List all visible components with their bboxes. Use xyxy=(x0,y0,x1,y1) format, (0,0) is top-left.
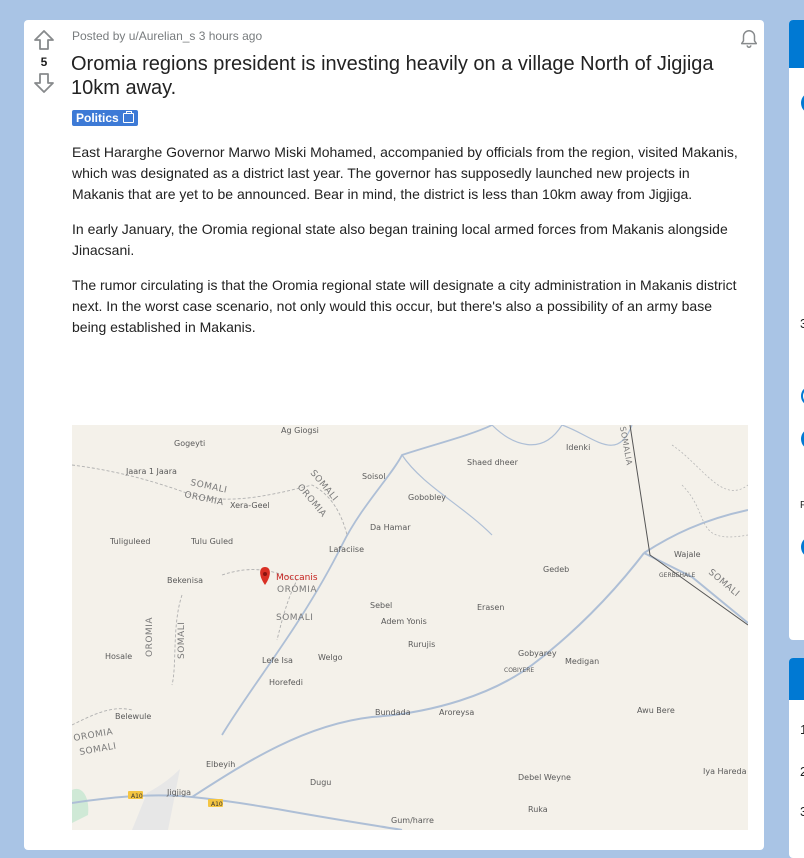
vote-column: 5 xyxy=(24,20,64,95)
map-place: Hosale xyxy=(105,652,132,661)
map-place: Debel Weyne xyxy=(518,773,571,782)
map-place: Bekenisa xyxy=(167,576,203,585)
map-place: Tulu Guled xyxy=(190,537,233,546)
map-place: Lafaciise xyxy=(329,545,364,554)
sidebar-text: 3 xyxy=(800,316,804,331)
map-place: Xera-Geel xyxy=(230,501,270,510)
sidebar-card: 3 F xyxy=(789,20,804,640)
sidebar-header xyxy=(789,20,804,68)
map-region: OROMIA xyxy=(277,585,317,595)
post-flair[interactable]: Politics xyxy=(72,110,138,126)
downvote-icon[interactable] xyxy=(32,71,56,95)
map-place: Jigjiga xyxy=(166,788,191,797)
map-place: Wajale xyxy=(674,550,701,559)
rule-item[interactable]: 3 xyxy=(800,804,804,819)
road-shield: A10 xyxy=(211,801,223,808)
map-place: Iya Hareda Ali Beyle xyxy=(703,767,748,776)
map-place: Ruka xyxy=(528,805,548,814)
map-place: Adem Yonis xyxy=(381,617,427,626)
rule-item[interactable]: 1 xyxy=(800,722,804,737)
map-place-highlight: Moccanis xyxy=(276,573,318,583)
upvote-icon[interactable] xyxy=(32,28,56,52)
map-place: Medigan xyxy=(565,657,599,666)
vote-score: 5 xyxy=(40,55,48,69)
map-place: Erasen xyxy=(477,603,504,612)
map-region: SOMALI xyxy=(276,613,313,623)
body-paragraph: East Hararghe Governor Marwo Miski Moham… xyxy=(72,144,738,202)
sidebar-card-rules: 1 2 3 xyxy=(789,658,804,858)
map-place: Gobyarey xyxy=(518,649,557,658)
map-place: Gobobley xyxy=(408,493,446,502)
map-place: COBIYERE xyxy=(504,667,534,674)
map-place: Gogeyti xyxy=(174,439,205,448)
map-place: Gum/harre xyxy=(391,816,434,825)
map-image[interactable]: Gogeyti Ag Giogsi Idenki Shaed dheer Jaa… xyxy=(72,425,748,830)
map-place: Rurujis xyxy=(408,640,435,649)
map-place: Gedeb xyxy=(543,565,569,574)
body-paragraph: The rumor circulating is that the Oromia… xyxy=(72,277,737,335)
map-place: Lefe Isa xyxy=(262,656,293,665)
post-title[interactable]: Oromia regions president is investing he… xyxy=(71,52,751,100)
map-place: Bundada xyxy=(375,708,411,717)
sidebar-text: F xyxy=(800,500,804,511)
map-place: Belewule xyxy=(115,712,151,721)
flair-label: Politics xyxy=(76,111,119,125)
map-place: Awu Bere xyxy=(637,706,675,715)
post-meta[interactable]: Posted by u/Aurelian_s 3 hours ago xyxy=(72,29,262,43)
sidebar-header xyxy=(789,658,804,700)
map-place: Idenki xyxy=(566,443,590,452)
post-card: 5 Posted by u/Aurelian_s 3 hours ago Oro… xyxy=(24,20,764,850)
tv-icon xyxy=(122,111,134,123)
body-paragraph: In early January, the Oromia regional st… xyxy=(72,221,728,258)
map-place: Dugu xyxy=(310,778,331,787)
map-place: Soisol xyxy=(362,472,385,481)
map-place: Ag Giogsi xyxy=(281,426,319,435)
map-region: OROMIA xyxy=(145,617,155,657)
map-place: Tuliguleed xyxy=(109,537,150,546)
map-place: Aroreysa xyxy=(439,708,474,717)
map-place: Sebel xyxy=(370,601,392,610)
bell-icon[interactable] xyxy=(738,28,760,50)
rule-item[interactable]: 2 xyxy=(800,764,804,779)
map-place: Elbeyih xyxy=(206,760,235,769)
map-place: Jaara 1 Jaara xyxy=(125,467,177,476)
road-shield: A10 xyxy=(131,793,143,800)
map-place: Horefedi xyxy=(269,678,303,687)
map-place: GERBEHALE xyxy=(659,572,695,579)
map-region: SOMALI xyxy=(177,622,187,659)
map-place: Welgo xyxy=(318,653,343,662)
map-place: Da Hamar xyxy=(370,523,411,532)
map-place: Shaed dheer xyxy=(467,458,519,467)
post-body: East Hararghe Governor Marwo Miski Moham… xyxy=(72,142,742,352)
